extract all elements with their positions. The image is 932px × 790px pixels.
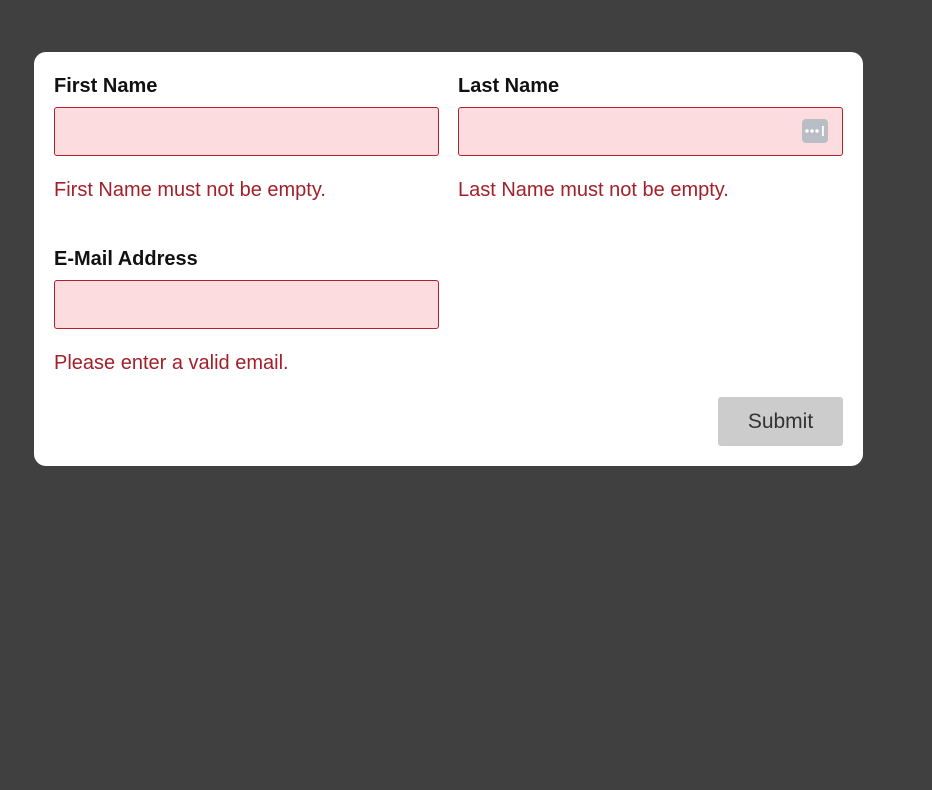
first-name-field: First Name First Name must not be empty. <box>54 74 439 204</box>
autofill-icon[interactable] <box>802 119 828 143</box>
first-name-label: First Name <box>54 75 158 97</box>
last-name-label: Last Name <box>458 75 560 97</box>
first-name-error: First Name must not be empty. <box>54 179 326 201</box>
last-name-input[interactable] <box>458 107 843 156</box>
last-name-error: Last Name must not be empty. <box>458 179 729 201</box>
email-label: E-Mail Address <box>54 248 198 270</box>
first-name-input[interactable] <box>54 107 439 156</box>
email-error: Please enter a valid email. <box>54 352 289 374</box>
email-field: E-Mail Address Please enter a valid emai… <box>54 247 439 377</box>
last-name-field: Last Name Last Name must not be empty. <box>458 74 843 204</box>
email-input[interactable] <box>54 280 439 329</box>
submit-button[interactable]: Submit <box>718 397 843 446</box>
form-card: First Name First Name must not be empty.… <box>34 52 863 466</box>
